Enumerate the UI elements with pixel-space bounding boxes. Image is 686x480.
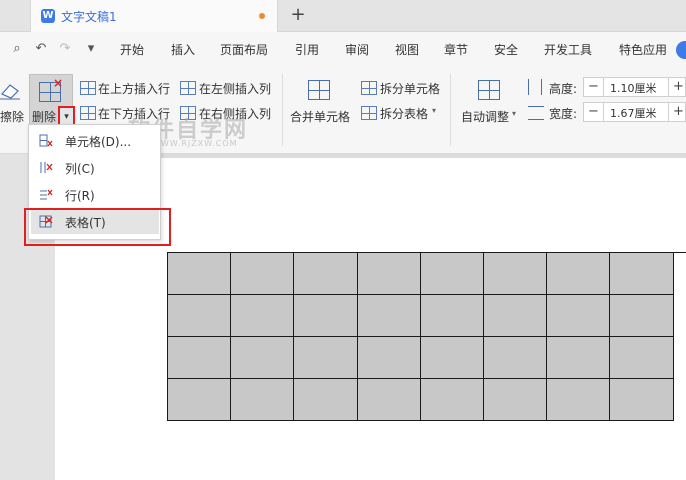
ribbon-divider	[450, 74, 451, 146]
table-cell[interactable]	[294, 337, 358, 379]
width-label: 宽度:	[549, 107, 578, 121]
height-value[interactable]: 1.10厘米	[610, 80, 657, 96]
delete-column-label: 列(C)	[65, 162, 95, 176]
delete-cells-label: 单元格(D)...	[65, 135, 132, 149]
insert-row-above-button[interactable]: 在上方插入行	[98, 80, 170, 97]
table-cell[interactable]	[484, 337, 548, 379]
new-tab-button[interactable]: +	[288, 4, 308, 26]
table-cell[interactable]	[484, 295, 548, 337]
menu-view[interactable]: 视图	[395, 41, 419, 58]
table-cell[interactable]	[357, 379, 421, 421]
insert-row-above-icon	[80, 81, 96, 95]
menu-bar: ⌕ ↶ ↷ ▾ 开始 插入 页面布局 引用 审阅 视图 章节 安全 开发工具 特…	[0, 32, 686, 68]
delete-row-icon	[39, 188, 53, 201]
menu-review[interactable]: 审阅	[345, 41, 369, 58]
user-avatar[interactable]	[676, 41, 686, 59]
table-cell[interactable]	[420, 253, 484, 295]
menu-insert[interactable]: 插入	[171, 41, 195, 58]
table-cell[interactable]	[610, 253, 674, 295]
document-table[interactable]	[167, 252, 686, 421]
height-increase-button[interactable]: +	[668, 78, 686, 96]
insert-column-left-icon	[180, 81, 196, 95]
document-tab[interactable]: W 文字文稿1	[30, 0, 278, 32]
table-cell[interactable]	[231, 337, 295, 379]
menu-developer-tools[interactable]: 开发工具	[544, 41, 592, 58]
split-table-arrow[interactable]: ▾	[432, 106, 436, 115]
table-cell[interactable]	[420, 295, 484, 337]
watermark-url: WWW.RJZXW.COM	[152, 139, 238, 148]
menu-security[interactable]: 安全	[494, 41, 518, 58]
print-preview-icon[interactable]: ⌕	[8, 40, 26, 58]
merge-cells-icon	[308, 80, 330, 100]
table-cell[interactable]	[610, 379, 674, 421]
eraser-icon[interactable]	[0, 80, 22, 100]
split-cells-button[interactable]: 拆分单元格	[380, 80, 440, 97]
delete-label: 删除	[32, 110, 57, 124]
row-height-icon	[528, 79, 542, 95]
delete-column-icon	[39, 161, 53, 174]
table-cell[interactable]	[294, 253, 358, 295]
table-cell[interactable]	[610, 337, 674, 379]
menu-page-layout[interactable]: 页面布局	[220, 41, 268, 58]
table-cell[interactable]	[168, 337, 232, 379]
table-cell[interactable]	[547, 253, 611, 295]
table-cell[interactable]	[547, 295, 611, 337]
split-table-button[interactable]: 拆分表格	[380, 105, 428, 122]
table-cell[interactable]	[420, 337, 484, 379]
undo-icon[interactable]: ↶	[32, 40, 50, 58]
tab-bar: W 文字文稿1 +	[0, 0, 686, 32]
height-decrease-button[interactable]: −	[584, 78, 604, 96]
merge-cells-button[interactable]: 合并单元格	[290, 108, 350, 125]
highlight-box	[24, 208, 171, 246]
menu-references[interactable]: 引用	[295, 41, 319, 58]
quick-access-more-icon[interactable]: ▾	[82, 40, 100, 58]
menu-special-features[interactable]: 特色应用	[619, 41, 667, 58]
delete-cell-icon	[39, 134, 53, 147]
document-tab-title: 文字文稿1	[61, 10, 117, 24]
table-cell[interactable]	[484, 379, 548, 421]
table-cell[interactable]	[294, 295, 358, 337]
insert-column-left-button[interactable]: 在左侧插入列	[199, 80, 271, 97]
delete-column-item[interactable]: 列(C)	[31, 156, 159, 180]
table-cell[interactable]	[231, 295, 295, 337]
auto-fit-icon	[478, 80, 500, 100]
ribbon-divider	[282, 74, 283, 146]
table-cell[interactable]	[357, 295, 421, 337]
table-cell[interactable]	[357, 337, 421, 379]
unsaved-indicator-icon	[259, 13, 265, 19]
split-table-icon	[361, 106, 377, 120]
table-cell[interactable]	[168, 253, 232, 295]
redo-icon[interactable]: ↷	[56, 40, 74, 58]
delete-cells-item[interactable]: 单元格(D)...	[31, 129, 159, 153]
table-cell[interactable]	[168, 379, 232, 421]
table-cell[interactable]	[294, 379, 358, 421]
height-spinner[interactable]: − 1.10厘米 +	[583, 77, 686, 97]
auto-fit-arrow[interactable]: ▾	[512, 109, 516, 118]
table-cell[interactable]	[231, 253, 295, 295]
height-label: 高度:	[549, 82, 578, 96]
table-cell[interactable]	[547, 337, 611, 379]
table-cell[interactable]	[610, 295, 674, 337]
table-cell[interactable]	[231, 379, 295, 421]
width-increase-button[interactable]: +	[668, 103, 686, 121]
width-spinner[interactable]: − 1.67厘米 +	[583, 102, 686, 122]
auto-fit-button[interactable]: 自动调整	[461, 108, 509, 125]
table-cell[interactable]	[484, 253, 548, 295]
split-cells-icon	[361, 81, 377, 95]
delete-x-icon: ×	[53, 76, 64, 90]
eraser-label[interactable]: 擦除	[0, 108, 24, 125]
menu-section[interactable]: 章节	[444, 41, 468, 58]
delete-row-label: 行(R)	[65, 189, 95, 203]
writer-doc-icon: W	[41, 9, 55, 23]
column-width-icon	[528, 106, 544, 120]
width-value[interactable]: 1.67厘米	[610, 105, 657, 121]
menu-home[interactable]: 开始	[120, 41, 144, 58]
table-cell[interactable]	[547, 379, 611, 421]
delete-row-item[interactable]: 行(R)	[31, 183, 159, 207]
table-cell[interactable]	[357, 253, 421, 295]
width-decrease-button[interactable]: −	[584, 103, 604, 121]
table-cell[interactable]	[168, 295, 232, 337]
insert-row-below-icon	[80, 106, 96, 120]
table-cell[interactable]	[420, 379, 484, 421]
